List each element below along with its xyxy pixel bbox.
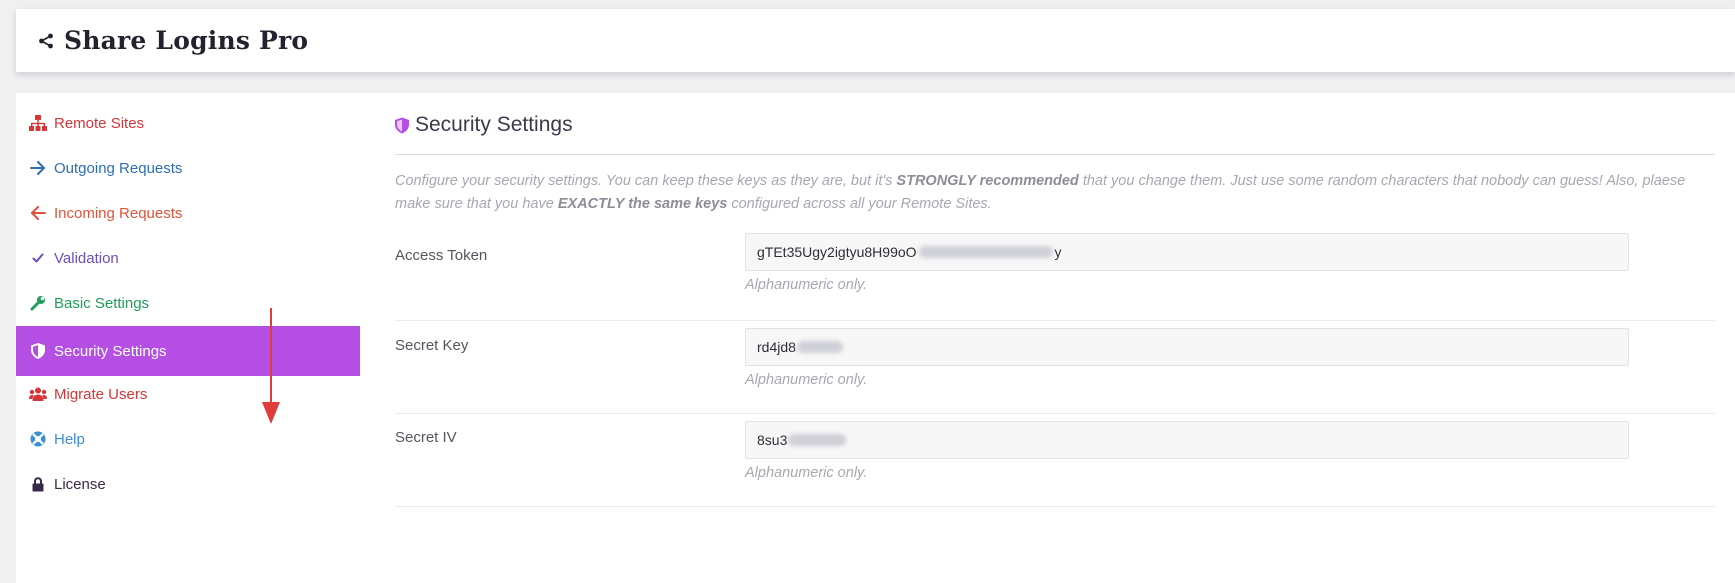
annotation-arrow-icon	[262, 308, 280, 424]
access-token-value-tail: y	[1054, 244, 1062, 260]
sidebar-item-migrate-users[interactable]: Migrate Users	[16, 369, 360, 419]
secret-key-field[interactable]: rd4jd8	[745, 328, 1629, 366]
access-token-value: gTEt35Ugy2igtyu8H99oO	[757, 244, 917, 260]
page-title-text: Security Settings	[415, 113, 573, 136]
divider	[395, 154, 1715, 155]
sidebar-item-label: Help	[54, 430, 85, 448]
sidebar-item-validation[interactable]: Validation	[16, 233, 360, 283]
app-title: Share Logins Pro	[64, 26, 309, 55]
description-emphasis: EXACTLY the same keys	[557, 196, 728, 212]
sidebar-item-basic-settings[interactable]: Basic Settings	[16, 278, 360, 328]
sidebar-item-label: Remote Sites	[54, 114, 145, 132]
secret-iv-value: 8su3	[757, 432, 788, 448]
sidebar-item-label: Outgoing Requests	[54, 159, 183, 177]
sidebar-item-label: Basic Settings	[54, 294, 150, 312]
sidebar-item-incoming-requests[interactable]: Incoming Requests	[16, 188, 360, 238]
security-settings-section: Security Settings Configure your securit…	[395, 93, 1715, 583]
shield-icon	[28, 341, 48, 361]
sidebar-item-label: Validation	[54, 249, 119, 267]
wrench-icon	[28, 293, 48, 313]
access-token-label: Access Token	[395, 247, 488, 264]
sidebar-item-label: Incoming Requests	[54, 204, 183, 222]
secret-iv-row: Secret IV 8su3 Alphanumeric only.	[395, 414, 1715, 507]
redacted-blur	[917, 245, 1055, 259]
sidebar-item-outgoing-requests[interactable]: Outgoing Requests	[16, 143, 360, 193]
section-description: Configure your security settings. You ca…	[395, 170, 1715, 216]
secret-iv-field[interactable]: 8su3	[745, 421, 1629, 459]
secret-iv-hint: Alphanumeric only.	[745, 465, 868, 481]
arrow-right-icon	[28, 158, 48, 178]
secret-key-value: rd4jd8	[757, 339, 796, 355]
lock-icon	[28, 474, 48, 494]
sidebar-item-label: Security Settings	[54, 342, 167, 360]
redacted-blur	[787, 433, 849, 447]
life-ring-icon	[28, 429, 48, 449]
sidebar-item-remote-sites[interactable]: Remote Sites	[16, 98, 360, 148]
redacted-blur	[796, 340, 846, 354]
sidebar-item-help[interactable]: Help	[16, 414, 360, 464]
sitemap-icon	[28, 113, 48, 133]
access-token-row: Access Token gTEt35Ugy2igtyu8H99oO y Alp…	[395, 233, 1715, 321]
sidebar-item-label: Migrate Users	[54, 385, 148, 403]
secret-key-hint: Alphanumeric only.	[745, 372, 868, 388]
arrow-left-icon	[28, 203, 48, 223]
sidebar-item-license[interactable]: License	[16, 459, 360, 509]
sidebar-item-label: License	[54, 475, 106, 493]
secret-iv-label: Secret IV	[395, 429, 457, 446]
description-text: configured across all your Remote Sites.	[727, 196, 992, 212]
description-text: Configure your security settings. You ca…	[395, 173, 897, 189]
secret-key-label: Secret Key	[395, 337, 469, 354]
app-header: Share Logins Pro	[16, 9, 1735, 72]
settings-panel: Remote Sites Outgoing Requests Incoming …	[16, 93, 1735, 583]
access-token-hint: Alphanumeric only.	[745, 277, 868, 293]
users-icon	[28, 384, 48, 404]
shield-icon	[395, 117, 409, 134]
sidebar: Remote Sites Outgoing Requests Incoming …	[16, 93, 360, 583]
secret-key-row: Secret Key rd4jd8 Alphanumeric only.	[395, 321, 1715, 414]
access-token-field[interactable]: gTEt35Ugy2igtyu8H99oO y	[745, 233, 1629, 271]
description-emphasis: STRONGLY recommended	[896, 173, 1079, 189]
share-icon	[38, 33, 54, 49]
check-icon	[28, 248, 48, 268]
page-title: Security Settings	[395, 110, 573, 140]
